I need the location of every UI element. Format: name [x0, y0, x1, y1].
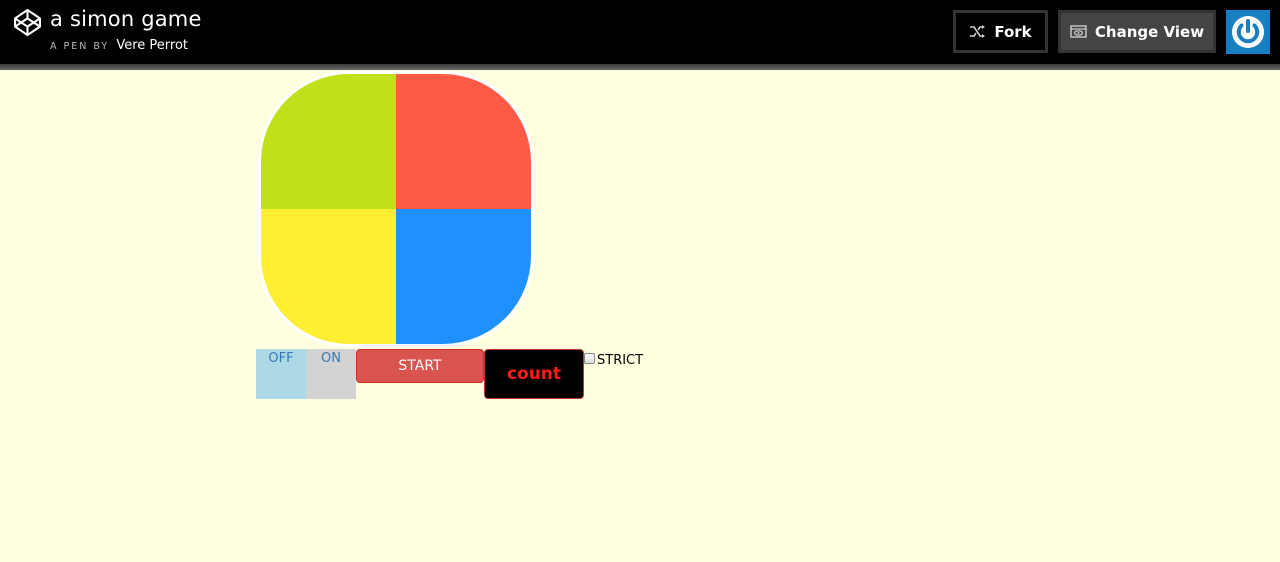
pen-by-label: A PEN BY — [50, 41, 110, 52]
fork-icon — [970, 25, 986, 38]
strict-checkbox[interactable] — [584, 353, 595, 364]
change-view-label: Change View — [1094, 22, 1205, 41]
pen-byline: A PEN BY Vere Perrot — [50, 38, 188, 53]
header-divider — [0, 64, 1280, 70]
fork-label: Fork — [994, 22, 1032, 41]
power-on-toggle[interactable]: ON — [306, 349, 356, 399]
blue-pad[interactable] — [396, 209, 531, 344]
author-link[interactable]: Vere Perrot — [116, 38, 188, 53]
count-display: count — [484, 349, 584, 399]
strict-label: STRICT — [597, 353, 644, 368]
red-pad[interactable] — [396, 74, 531, 209]
user-avatar[interactable] — [1226, 10, 1270, 54]
yellow-pad[interactable] — [261, 209, 396, 344]
pen-title: a simon game — [50, 7, 202, 31]
fork-button[interactable]: Fork — [953, 10, 1048, 53]
power-icon — [1232, 16, 1264, 48]
codepen-header: a simon game A PEN BY Vere Perrot Fork C… — [0, 0, 1280, 64]
change-view-button[interactable]: Change View — [1058, 10, 1216, 53]
eye-window-icon — [1070, 25, 1087, 38]
green-pad[interactable] — [261, 74, 396, 209]
codepen-logo-icon[interactable] — [14, 9, 41, 36]
start-button[interactable]: START — [356, 349, 484, 383]
simon-board — [258, 71, 534, 347]
power-off-toggle[interactable]: OFF — [256, 349, 306, 399]
